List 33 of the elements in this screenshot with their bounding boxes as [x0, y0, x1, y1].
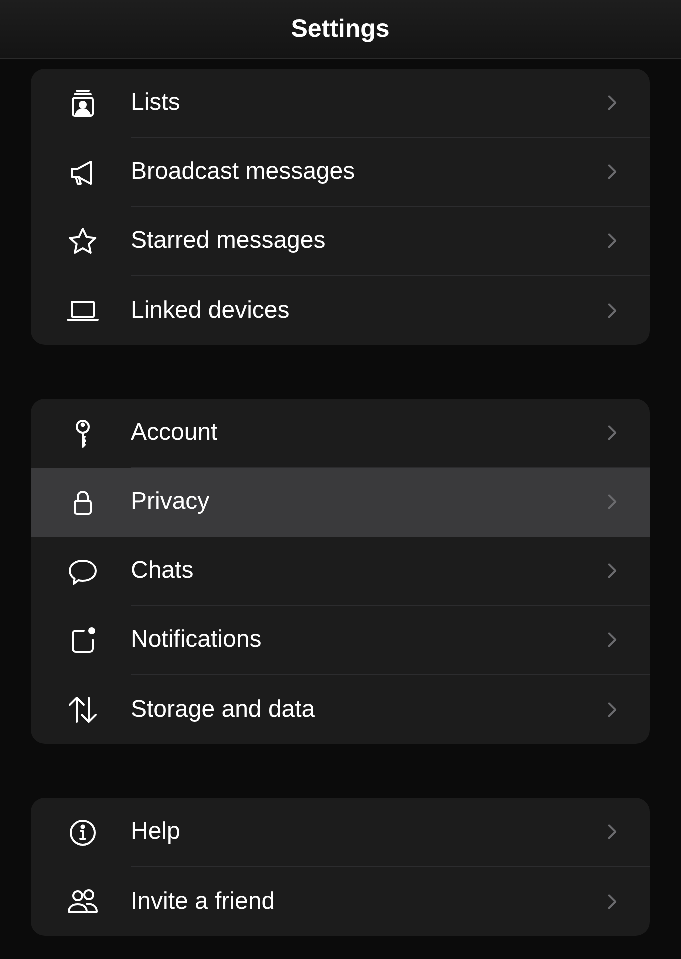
settings-item[interactable]: Invite a friend: [31, 867, 650, 936]
item-label: Invite a friend: [131, 888, 276, 916]
settings-item[interactable]: Starred messages: [31, 207, 650, 276]
item-label: Privacy: [131, 488, 210, 516]
chevron-icon: [606, 631, 618, 649]
chevron-icon: [606, 302, 618, 320]
settings-item[interactable]: Broadcast messages: [31, 138, 650, 207]
settings-item[interactable]: Notifications: [31, 606, 650, 675]
page-title: Settings: [291, 14, 390, 44]
settings-item[interactable]: Chats: [31, 537, 650, 606]
chevron-icon: [606, 823, 618, 841]
chevron-icon: [606, 94, 618, 112]
item-label: Chats: [131, 557, 194, 585]
settings-item[interactable]: Privacy: [31, 468, 650, 537]
item-label: Account: [131, 419, 218, 447]
chevron-icon: [606, 232, 618, 250]
chevron-icon: [606, 562, 618, 580]
chevron-icon: [606, 892, 618, 910]
chevron-icon: [606, 163, 618, 181]
item-label: Broadcast messages: [131, 158, 356, 186]
item-label: Lists: [131, 89, 180, 117]
item-label: Storage and data: [131, 696, 316, 724]
chevron-icon: [606, 493, 618, 511]
chevron-icon: [606, 424, 618, 442]
settings-item[interactable]: Help: [31, 798, 650, 867]
settings-item[interactable]: Linked devices: [31, 276, 650, 345]
settings-item[interactable]: Storage and data: [31, 675, 650, 744]
item-label: Notifications: [131, 626, 262, 654]
item-label: Help: [131, 818, 180, 846]
settings-item[interactable]: Lists: [31, 69, 650, 138]
item-label: Starred messages: [131, 227, 326, 255]
item-label: Linked devices: [131, 296, 290, 324]
chevron-icon: [606, 700, 618, 718]
